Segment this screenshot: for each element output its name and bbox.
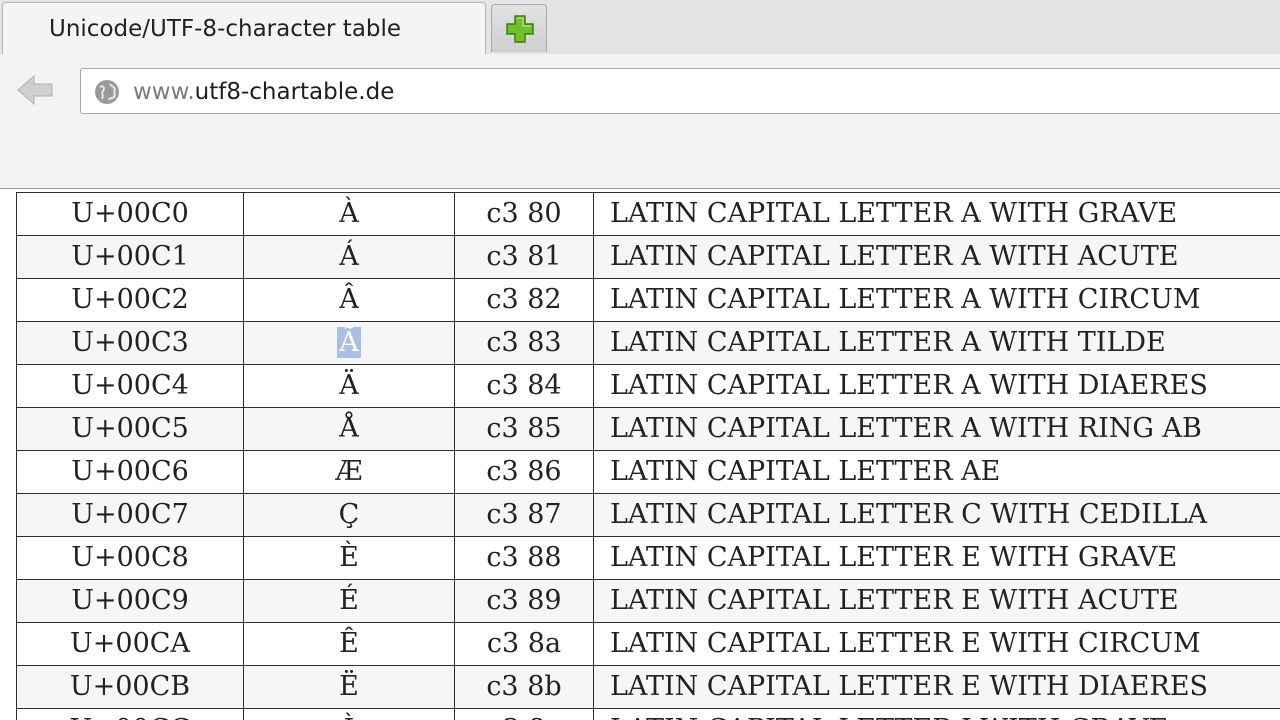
table-row: U+00C0 Àc3 80 LATIN CAPITAL LETTER A WITH … [16, 192, 1280, 236]
table-row: U+00C7 Çc3 87 LATIN CAPITAL LETTER C WITH … [16, 493, 1280, 537]
character-cell: Ä [243, 364, 455, 408]
utf8-hex-cell: c3 85 [454, 407, 594, 451]
code-point-cell: U+00CB [16, 665, 244, 709]
character-cell: È [243, 536, 455, 580]
table-row: U+00CA Êc3 8a LATIN CAPITAL LETTER E WITH … [16, 622, 1280, 666]
tab-strip: Unicode/UTF-8-character table [0, 0, 1280, 55]
globe-icon [95, 80, 119, 104]
character-cell: Ê [243, 622, 455, 666]
table-row: U+00CCÌc3 8cLATIN CAPITAL LETTER I WITH … [16, 708, 1280, 720]
character-name-cell: LATIN CAPITAL LETTER AE [593, 450, 1280, 494]
character-cell: Ç [243, 493, 455, 537]
utf8-hex-cell: c3 8a [454, 622, 594, 666]
character-name-cell: LATIN CAPITAL LETTER E WITH DIAERES [593, 665, 1280, 709]
character-name-cell: LATIN CAPITAL LETTER A WITH CIRCUM [593, 278, 1280, 322]
character-name-cell: LATIN CAPITAL LETTER A WITH TILDE [593, 321, 1280, 365]
utf8-hex-cell: c3 84 [454, 364, 594, 408]
browser-window: Unicode/UTF-8-character table www.utf8-c… [0, 0, 1280, 720]
character-name-cell: LATIN CAPITAL LETTER E WITH ACUTE [593, 579, 1280, 623]
character-cell: Ã [243, 321, 455, 365]
character-cell: É [243, 579, 455, 623]
code-point-cell: U+00C1 [16, 235, 244, 279]
code-point-cell: U+00C6 [16, 450, 244, 494]
code-point-cell: U+00C3 [16, 321, 244, 365]
utf8-hex-cell: c3 89 [454, 579, 594, 623]
character-name-cell: LATIN CAPITAL LETTER A WITH DIAERES [593, 364, 1280, 408]
address-text: www.utf8-chartable.de [133, 79, 394, 105]
code-point-cell: U+00C2 [16, 278, 244, 322]
utf8-hex-cell: c3 88 [454, 536, 594, 580]
table-row: U+00C5 Åc3 85 LATIN CAPITAL LETTER A WITH … [16, 407, 1280, 451]
character-cell: À [243, 192, 455, 236]
utf8-hex-cell: c3 87 [454, 493, 594, 537]
character-name-cell: LATIN CAPITAL LETTER E WITH CIRCUM [593, 622, 1280, 666]
utf8-hex-cell: c3 86 [454, 450, 594, 494]
character-name-cell: LATIN CAPITAL LETTER I WITH GRAVE [593, 708, 1280, 720]
utf8-hex-cell: c3 8c [454, 708, 594, 720]
table-row: U+00C3 Ãc3 83 LATIN CAPITAL LETTER A WITH … [16, 321, 1280, 365]
table-row: U+00C4 Äc3 84 LATIN CAPITAL LETTER A WITH … [16, 364, 1280, 408]
address-bar[interactable]: www.utf8-chartable.de [80, 68, 1280, 114]
code-point-cell: U+00C4 [16, 364, 244, 408]
plus-icon [506, 15, 534, 43]
address-domain: utf8-chartable.de [194, 79, 395, 105]
character-name-cell: LATIN CAPITAL LETTER C WITH CEDILLA [593, 493, 1280, 537]
utf8-hex-cell: c3 81 [454, 235, 594, 279]
utf8-hex-cell: c3 82 [454, 278, 594, 322]
tab-title: Unicode/UTF-8-character table [49, 16, 402, 42]
code-point-cell: U+00CA [16, 622, 244, 666]
utf8-hex-cell: c3 83 [454, 321, 594, 365]
table-row: U+00C2 Âc3 82 LATIN CAPITAL LETTER A WITH … [16, 278, 1280, 322]
code-point-cell: U+00C8 [16, 536, 244, 580]
back-button[interactable] [14, 70, 58, 110]
character-cell: Â [243, 278, 455, 322]
character-cell: Ì [243, 708, 455, 720]
selected-character[interactable]: Ã [337, 327, 361, 358]
character-cell: Å [243, 407, 455, 451]
tab-active[interactable]: Unicode/UTF-8-character table [2, 2, 486, 54]
code-point-cell: U+00C9 [16, 579, 244, 623]
code-point-cell: U+00C7 [16, 493, 244, 537]
character-name-cell: LATIN CAPITAL LETTER E WITH GRAVE [593, 536, 1280, 580]
page-content: U+00C0 Àc3 80 LATIN CAPITAL LETTER A WITH … [0, 189, 1280, 720]
table-row: U+00C6 Æc3 86 LATIN CAPITAL LETTER AE [16, 450, 1280, 494]
character-name-cell: LATIN CAPITAL LETTER A WITH ACUTE [593, 235, 1280, 279]
new-tab-button[interactable] [491, 4, 547, 52]
back-arrow-icon [17, 74, 53, 106]
character-table: U+00C0 Àc3 80 LATIN CAPITAL LETTER A WITH … [16, 192, 1280, 720]
code-point-cell: U+00C5 [16, 407, 244, 451]
table-row: U+00C1 Ác3 81 LATIN CAPITAL LETTER A WITH … [16, 235, 1280, 279]
code-point-cell: U+00C0 [16, 192, 244, 236]
utf8-hex-cell: c3 8b [454, 665, 594, 709]
character-cell: Æ [243, 450, 455, 494]
table-row: U+00C9 Éc3 89 LATIN CAPITAL LETTER E WITH … [16, 579, 1280, 623]
code-point-cell: U+00CC [16, 708, 244, 720]
character-cell: Ë [243, 665, 455, 709]
character-name-cell: LATIN CAPITAL LETTER A WITH GRAVE [593, 192, 1280, 236]
character-name-cell: LATIN CAPITAL LETTER A WITH RING AB [593, 407, 1280, 451]
address-prefix: www. [133, 79, 195, 105]
navigation-toolbar: www.utf8-chartable.de [0, 54, 1280, 189]
table-row: U+00CB Ëc3 8b LATIN CAPITAL LETTER E WITH … [16, 665, 1280, 709]
utf8-hex-cell: c3 80 [454, 192, 594, 236]
table-row: U+00C8 Èc3 88 LATIN CAPITAL LETTER E WITH … [16, 536, 1280, 580]
character-cell: Á [243, 235, 455, 279]
